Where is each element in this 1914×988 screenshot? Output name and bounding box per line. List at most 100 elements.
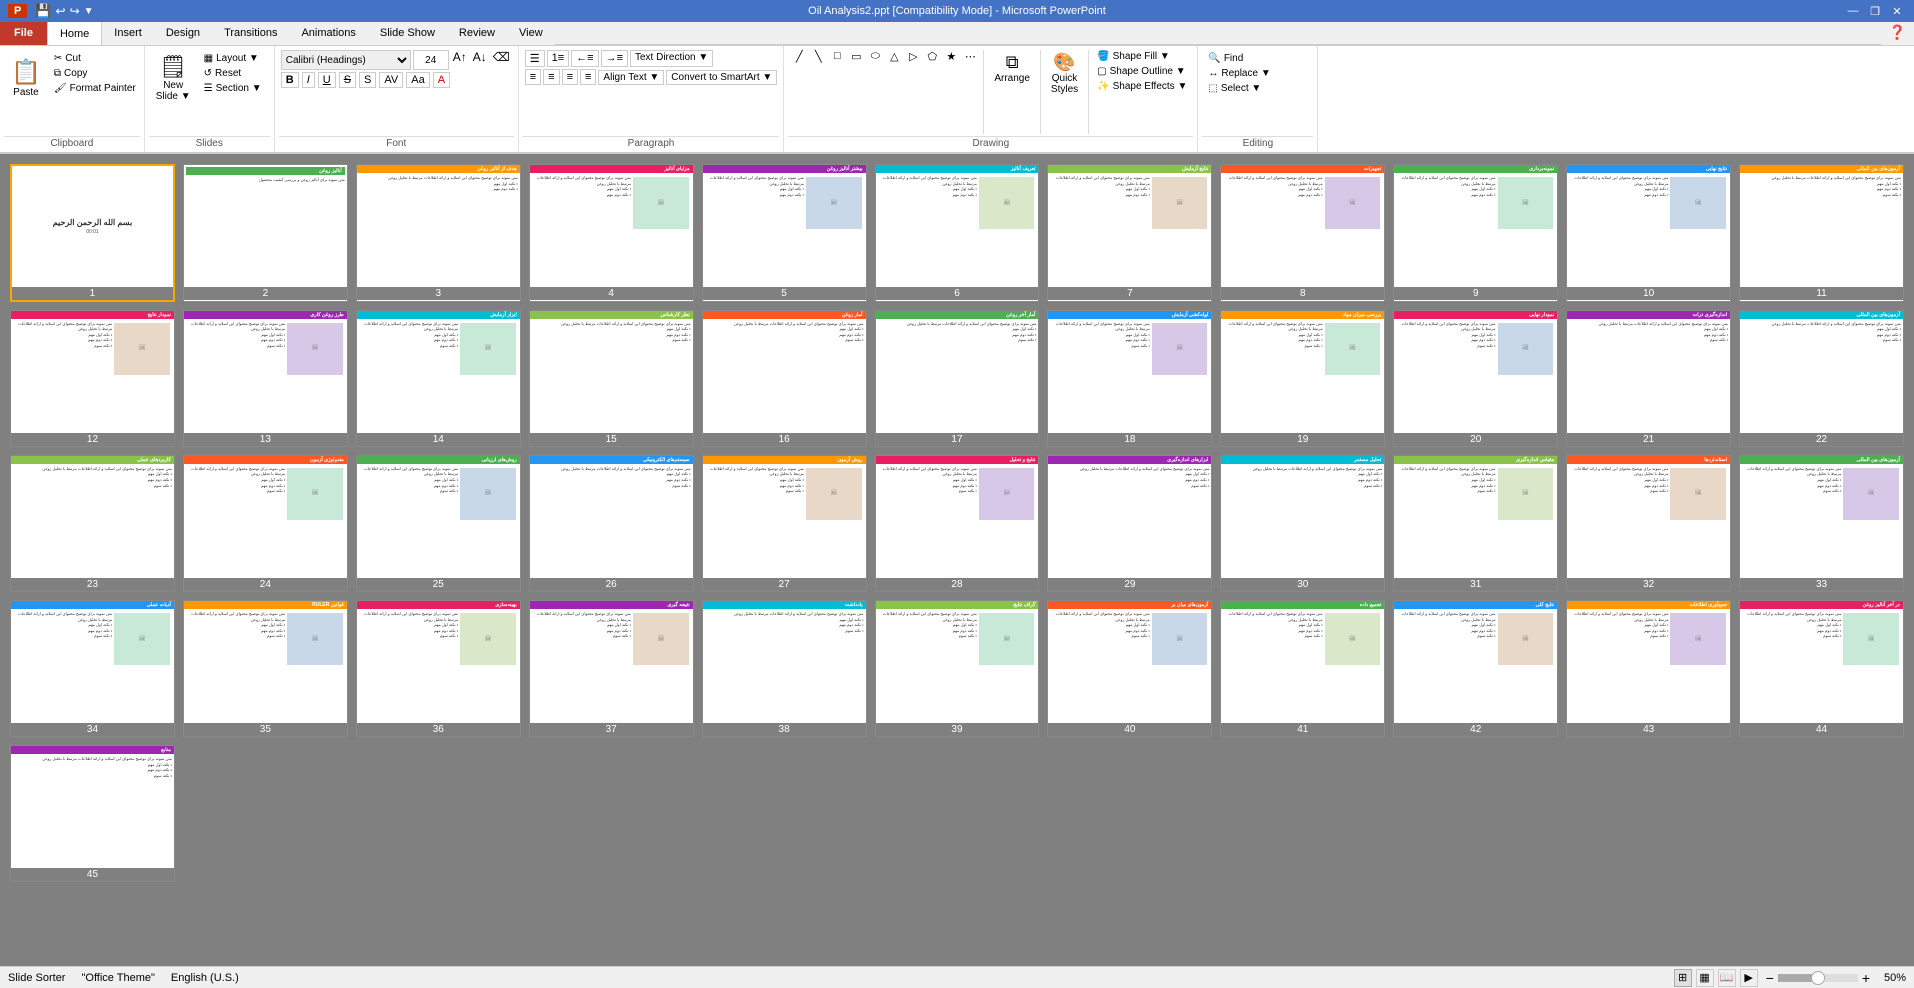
slide-thumb[interactable]: منابع متن نمونه برای توضیح محتوای این اس…: [10, 745, 175, 882]
new-slide-button[interactable]: 🗒 New Slide ▼: [149, 48, 198, 108]
slideshow-btn[interactable]: ▶: [1740, 969, 1758, 987]
shape-8[interactable]: ⬠: [923, 50, 941, 63]
help-btn[interactable]: ❓: [1881, 20, 1914, 45]
italic-btn[interactable]: I: [302, 72, 315, 88]
slide-thumb[interactable]: مزایای آنالیز 🖼 متن نمونه برای توضیح محت…: [529, 164, 694, 302]
normal-view-btn[interactable]: ⊞: [1674, 969, 1692, 987]
slide-thumb[interactable]: تجمیع داده 🖼 متن نمونه برای توضیح محتوای…: [1220, 600, 1385, 737]
tab-insert[interactable]: Insert: [102, 21, 154, 45]
text-direction-btn[interactable]: Text Direction ▼: [630, 50, 713, 67]
slide-thumb[interactable]: آزمون‌های میان بر 🖼 متن نمونه برای توضیح…: [1047, 600, 1212, 737]
shadow-btn[interactable]: S: [359, 72, 376, 88]
char-spacing-btn[interactable]: AV: [379, 72, 403, 88]
paste-button[interactable]: 📋 Paste: [4, 48, 48, 108]
zoom-slider[interactable]: [1778, 974, 1858, 982]
section-button[interactable]: ☰ Section ▼: [200, 82, 266, 95]
tab-animations[interactable]: Animations: [289, 21, 367, 45]
slide-thumb[interactable]: نتیجه گیری 🖼 متن نمونه برای توضیح محتوای…: [529, 600, 694, 737]
shape-3[interactable]: □: [828, 50, 846, 63]
slide-thumb[interactable]: نتایج کلی 🖼 متن نمونه برای توضیح محتوای …: [1393, 600, 1558, 737]
reading-view-btn[interactable]: 📖: [1718, 969, 1736, 987]
slide-thumb[interactable]: تعریف آنالیز 🖼 متن نمونه برای توضیح محتو…: [875, 164, 1040, 302]
quick-save[interactable]: 💾: [35, 3, 51, 19]
slide-thumb[interactable]: نتایج و تحلیل 🖼 متن نمونه برای توضیح محت…: [875, 455, 1040, 592]
justify-btn[interactable]: ≡: [580, 69, 596, 85]
replace-button[interactable]: ↔ Replace ▼: [1204, 67, 1311, 80]
slide-thumb[interactable]: هدف از آنالیز روغن متن نمونه برای توضیح …: [356, 164, 521, 302]
slide-thumb[interactable]: آنالیز روغن متن نمونه برای آنالیز روغن و…: [183, 164, 348, 302]
slide-thumb[interactable]: نمونه‌برداری 🖼 متن نمونه برای توضیح محتو…: [1393, 164, 1558, 302]
slide-thumb[interactable]: گراف نتایج 🖼 متن نمونه برای توضیح محتوای…: [875, 600, 1040, 737]
align-right-btn[interactable]: ≡: [562, 69, 578, 85]
shape-10[interactable]: ⋯: [961, 50, 979, 63]
underline-btn[interactable]: U: [318, 72, 336, 88]
decrease-indent-btn[interactable]: ←≡: [571, 50, 598, 67]
slide-thumb[interactable]: روش آزمون 🖼 متن نمونه برای توضیح محتوای …: [702, 455, 867, 592]
format-painter-button[interactable]: 🖌 Format Painter: [50, 82, 140, 95]
quick-styles-button[interactable]: 🎨 Quick Styles: [1045, 50, 1084, 97]
quick-customize[interactable]: ▼: [84, 6, 94, 17]
font-size-input[interactable]: [413, 50, 449, 70]
slide-thumb[interactable]: بسم الله الرحمن الرحیم 00:01 1: [10, 164, 175, 302]
tab-transitions[interactable]: Transitions: [212, 21, 289, 45]
shape-outline-button[interactable]: ▢ Shape Outline ▼: [1093, 65, 1191, 78]
slide-thumb[interactable]: آزمون‌های بین المللی متن نمونه برای توضی…: [1739, 164, 1904, 302]
strikethrough-btn[interactable]: S: [339, 72, 356, 88]
cut-button[interactable]: ✂ Cut: [50, 52, 140, 65]
slide-thumb[interactable]: نتایج آزمایش 🖼 متن نمونه برای توضیح محتو…: [1047, 164, 1212, 302]
change-case-btn[interactable]: Aa: [406, 72, 429, 88]
slide-thumb[interactable]: آمار روغن متن نمونه برای توضیح محتوای ای…: [702, 310, 867, 447]
zoom-level[interactable]: 50%: [1874, 972, 1906, 984]
slide-thumb[interactable]: نمودار نتایج 🖼 متن نمونه برای توضیح محتو…: [10, 310, 175, 447]
find-button[interactable]: 🔍 Find: [1204, 52, 1311, 65]
slide-thumb[interactable]: قوانین RULER 🖼 متن نمونه برای توضیح محتو…: [183, 600, 348, 737]
shape-effects-button[interactable]: ✨ Shape Effects ▼: [1093, 80, 1191, 93]
numbering-btn[interactable]: 1≡: [547, 50, 570, 67]
slide-thumb[interactable]: کاربردهای عملی متن نمونه برای توضیح محتو…: [10, 455, 175, 592]
slide-thumb[interactable]: بهینه‌سازی 🖼 متن نمونه برای توضیح محتوای…: [356, 600, 521, 737]
font-family-select[interactable]: Calibri (Headings): [281, 50, 411, 70]
tab-design[interactable]: Design: [154, 21, 212, 45]
select-button[interactable]: ⬚ Select ▼: [1204, 82, 1311, 95]
align-left-btn[interactable]: ≡: [525, 69, 541, 85]
restore-btn[interactable]: ❐: [1866, 5, 1884, 18]
quick-undo[interactable]: ↩: [56, 4, 66, 18]
slide-thumb[interactable]: روش‌های ارزیابی 🖼 متن نمونه برای توضیح م…: [356, 455, 521, 592]
layout-button[interactable]: ▦ Layout ▼: [200, 52, 266, 65]
slide-thumb[interactable]: مقیاس اندازه‌گیری 🖼 متن نمونه برای توضیح…: [1393, 455, 1558, 592]
tab-home[interactable]: Home: [47, 21, 102, 45]
tab-review[interactable]: Review: [447, 21, 507, 45]
slide-thumb[interactable]: تحلیل مستمر متن نمونه برای توضیح محتوای …: [1220, 455, 1385, 592]
slide-thumb[interactable]: بیشتر آنالیز روغن 🖼 متن نمونه برای توضیح…: [702, 164, 867, 302]
bullets-btn[interactable]: ☰: [525, 50, 545, 67]
slide-thumb[interactable]: آدیات عملی 🖼 متن نمونه برای توضیح محتوای…: [10, 600, 175, 737]
tab-view[interactable]: View: [507, 21, 555, 45]
slide-thumb[interactable]: آزمون‌های بین المللی متن نمونه برای توضی…: [1739, 310, 1904, 447]
font-grow-btn[interactable]: A↑: [451, 50, 469, 70]
shape-9[interactable]: ★: [942, 50, 960, 63]
tab-slideshow[interactable]: Slide Show: [368, 21, 447, 45]
reset-button[interactable]: ↺ Reset: [200, 67, 266, 80]
slide-thumb[interactable]: یادداشت متن نمونه برای توضیح محتوای این …: [702, 600, 867, 737]
slide-thumb[interactable]: نمودار نهایی 🖼 متن نمونه برای توضیح محتو…: [1393, 310, 1558, 447]
slide-thumb[interactable]: ابزار آزمایش 🖼 متن نمونه برای توضیح محتو…: [356, 310, 521, 447]
language-label[interactable]: English (U.S.): [171, 972, 239, 984]
align-text-btn[interactable]: Align Text ▼: [598, 70, 664, 85]
align-center-btn[interactable]: ≡: [543, 69, 559, 85]
slide-thumb[interactable]: سیستم‌های الکترونیکی متن نمونه برای توضی…: [529, 455, 694, 592]
slide-thumb[interactable]: متدولوژی آزمون 🖼 متن نمونه برای توضیح مح…: [183, 455, 348, 592]
shape-6[interactable]: △: [885, 50, 903, 63]
slide-thumb[interactable]: طرز روغن کاری 🖼 متن نمونه برای توضیح محت…: [183, 310, 348, 447]
slide-panel[interactable]: بسم الله الرحمن الرحیم 00:01 1 آنالیز رو…: [0, 154, 1914, 966]
zoom-in-btn[interactable]: +: [1862, 970, 1870, 986]
slide-thumb[interactable]: آمار آخر روغن متن نمونه برای توضیح محتوا…: [875, 310, 1040, 447]
copy-button[interactable]: ⧉ Copy: [50, 67, 140, 80]
shape-5[interactable]: ⬭: [866, 50, 884, 63]
slide-thumb[interactable]: ابزار‌های اندازه‌گیری متن نمونه برای توض…: [1047, 455, 1212, 592]
quick-redo[interactable]: ↪: [70, 4, 80, 18]
minimize-btn[interactable]: —: [1844, 5, 1862, 18]
slide-thumb[interactable]: نتایج نهایی 🖼 متن نمونه برای توضیح محتوا…: [1566, 164, 1731, 302]
tab-file[interactable]: File: [0, 21, 47, 45]
slide-thumb[interactable]: تجهیزات 🖼 متن نمونه برای توضیح محتوای ای…: [1220, 164, 1385, 302]
slide-thumb[interactable]: اندازه‌گیری ذرات متن نمونه برای توضیح مح…: [1566, 310, 1731, 447]
